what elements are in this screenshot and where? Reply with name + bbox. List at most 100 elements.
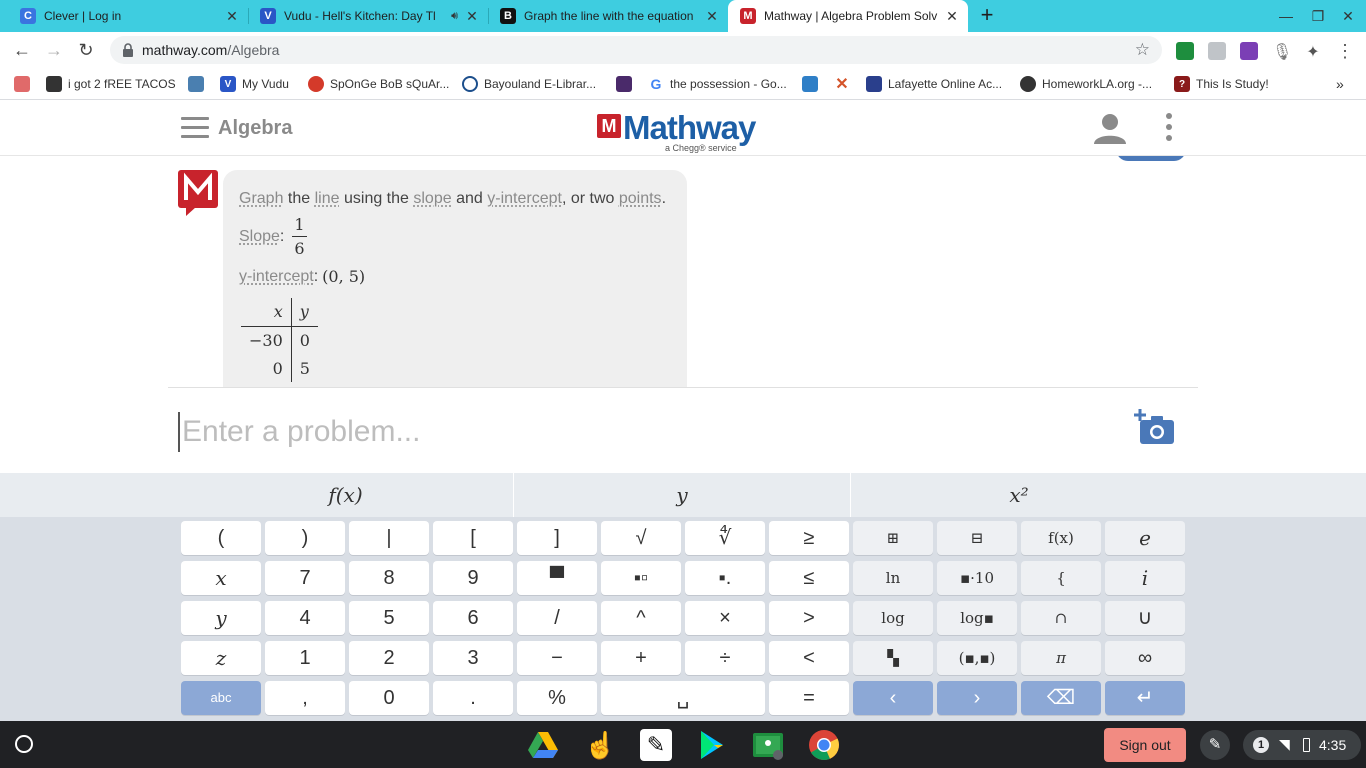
bookmark-my-vudu[interactable]: V My Vudu <box>220 74 289 94</box>
times-key[interactable]: × <box>685 601 765 635</box>
one-key[interactable]: 1 <box>265 641 345 675</box>
bookmark-spongebob[interactable]: SpOnGe BoB sQuAr... <box>308 74 449 94</box>
piecewise-key[interactable]: { <box>1021 561 1101 595</box>
keypad-tab-y[interactable]: y <box>514 473 850 517</box>
matrix-key[interactable]: ⊞ <box>853 521 933 555</box>
minimize-icon[interactable]: — <box>1276 6 1296 26</box>
keypad-tab-function[interactable]: f(x) <box>0 473 513 517</box>
chrome-menu-icon[interactable]: ⋮ <box>1336 42 1354 60</box>
address-bar[interactable]: mathway.com/Algebra ☆ <box>110 36 1162 64</box>
abc-key[interactable]: abc <box>181 681 261 715</box>
infinity-key[interactable]: ∞ <box>1105 641 1185 675</box>
bookmark-homeworkla[interactable]: HomeworkLA.org -... <box>1020 74 1152 94</box>
abs-value-key[interactable]: | <box>349 521 429 555</box>
term-link-graph[interactable]: Graph <box>239 190 283 207</box>
previous-question-bubble[interactable] <box>1116 156 1186 161</box>
open-bracket-key[interactable]: [ <box>433 521 513 555</box>
window-close-icon[interactable]: ✕ <box>1338 6 1358 26</box>
less-equal-key[interactable]: ≤ <box>769 561 849 595</box>
close-paren-key[interactable]: ) <box>265 521 345 555</box>
function-key[interactable]: f(x) <box>1021 521 1101 555</box>
copy-extension-icon[interactable] <box>1208 42 1226 60</box>
seven-key[interactable]: 7 <box>265 561 345 595</box>
problem-input[interactable] <box>178 412 1078 452</box>
caret-key[interactable]: ^ <box>601 601 681 635</box>
play-store-icon[interactable] <box>696 729 728 761</box>
microphone-icon[interactable]: 🎙︎ <box>1272 42 1292 61</box>
equals-key[interactable]: = <box>769 681 849 715</box>
nine-key[interactable]: 9 <box>433 561 513 595</box>
new-tab-button[interactable]: + <box>976 4 998 26</box>
exponent-key[interactable]: ▪▫ <box>601 561 681 595</box>
backspace-key[interactable]: ⌫ <box>1021 681 1101 715</box>
tab-clever[interactable]: C Clever | Log in ✕ <box>8 0 248 32</box>
z-key[interactable]: z <box>181 641 261 675</box>
bookmark-pig[interactable] <box>14 74 30 94</box>
log-key[interactable]: log <box>853 601 933 635</box>
keypad-tab-x-squared[interactable]: x² <box>851 473 1187 517</box>
bookmark-pinwheel[interactable] <box>802 74 818 94</box>
reload-icon[interactable]: ↻ <box>74 38 98 62</box>
bookmark-quizlet[interactable] <box>616 74 632 94</box>
rw-extension-icon[interactable] <box>1240 42 1258 60</box>
user-account-icon[interactable] <box>1093 113 1127 145</box>
stylus-icon[interactable]: ✎ <box>1200 730 1230 760</box>
close-icon[interactable]: ✕ <box>704 8 720 24</box>
forward-arrow-icon[interactable]: → <box>42 38 66 62</box>
fraction-key[interactable]: ▀ <box>517 561 597 595</box>
bookmark-star-icon[interactable]: ☆ <box>1135 40 1150 60</box>
term-link-y-intercept[interactable]: y-intercept <box>487 190 562 207</box>
classroom-icon[interactable] <box>752 729 784 761</box>
enter-key[interactable]: ↵ <box>1105 681 1185 715</box>
intersect-key[interactable]: ∩ <box>1021 601 1101 635</box>
less-key[interactable]: < <box>769 641 849 675</box>
bookmark-x-tool[interactable]: ✕ <box>834 74 850 94</box>
scientific-key[interactable]: ▪·10 <box>937 561 1017 595</box>
camera-upload-icon[interactable] <box>1134 408 1178 448</box>
matrix-det-key[interactable]: ⊟ <box>937 521 1017 555</box>
ln-key[interactable]: ln <box>853 561 933 595</box>
slash-key[interactable]: / <box>517 601 597 635</box>
google-drive-icon[interactable] <box>527 729 559 761</box>
term-link-slope-label[interactable]: Slope <box>239 228 280 246</box>
term-link-slope[interactable]: slope <box>413 190 451 207</box>
left-arrow-key[interactable]: ‹ <box>853 681 933 715</box>
tab-bartleby[interactable]: B Graph the line with the equation ✕ <box>488 0 728 32</box>
plus-key[interactable]: + <box>601 641 681 675</box>
greater-key[interactable]: > <box>769 601 849 635</box>
zero-key[interactable]: 0 <box>349 681 429 715</box>
i-key[interactable]: i <box>1105 561 1185 595</box>
interval-key[interactable]: (▪,▪) <box>937 641 1017 675</box>
puzzle-extensions-icon[interactable]: ✦ <box>1304 42 1322 61</box>
close-icon[interactable]: ✕ <box>224 8 240 24</box>
hamburger-menu-icon[interactable] <box>181 117 209 139</box>
divide-key[interactable]: ÷ <box>685 641 765 675</box>
right-arrow-key[interactable]: › <box>937 681 1017 715</box>
launcher-icon[interactable] <box>15 735 33 753</box>
term-link-line[interactable]: line <box>315 190 340 207</box>
mathway-logo[interactable]: M Mathway a Chegg® service <box>597 109 767 153</box>
bookmark-bayouland[interactable]: Bayouland E-Librar... <box>462 74 596 94</box>
bookmark-utensils[interactable] <box>188 74 204 94</box>
close-icon[interactable]: ✕ <box>464 8 480 24</box>
more-options-icon[interactable] <box>1164 113 1174 145</box>
greater-equal-key[interactable]: ≥ <box>769 521 849 555</box>
chrome-icon[interactable] <box>808 729 840 761</box>
term-link-y-intercept-label[interactable]: y-intercept <box>239 268 314 286</box>
pi-key[interactable]: π <box>1021 641 1101 675</box>
two-key[interactable]: 2 <box>349 641 429 675</box>
e-key[interactable]: e <box>1105 521 1185 555</box>
chevron-more-icon[interactable]: » <box>1336 74 1344 94</box>
log-base-key[interactable]: log▪ <box>937 601 1017 635</box>
status-tray[interactable]: 1 ◥ 4:35 <box>1243 730 1361 760</box>
comma-key[interactable]: , <box>265 681 345 715</box>
classroom-extension-icon[interactable] <box>1176 42 1194 60</box>
tab-mathway[interactable]: M Mathway | Algebra Problem Solv ✕ <box>728 0 968 32</box>
term-link-points[interactable]: points <box>619 190 662 207</box>
sqrt-key[interactable]: √ <box>601 521 681 555</box>
hand-pointer-icon[interactable]: ☝ <box>584 729 616 761</box>
percent-key[interactable]: % <box>517 681 597 715</box>
back-arrow-icon[interactable]: ← <box>10 38 34 62</box>
mixed-number-key[interactable]: ▚ <box>853 641 933 675</box>
close-icon[interactable]: ✕ <box>944 8 960 24</box>
